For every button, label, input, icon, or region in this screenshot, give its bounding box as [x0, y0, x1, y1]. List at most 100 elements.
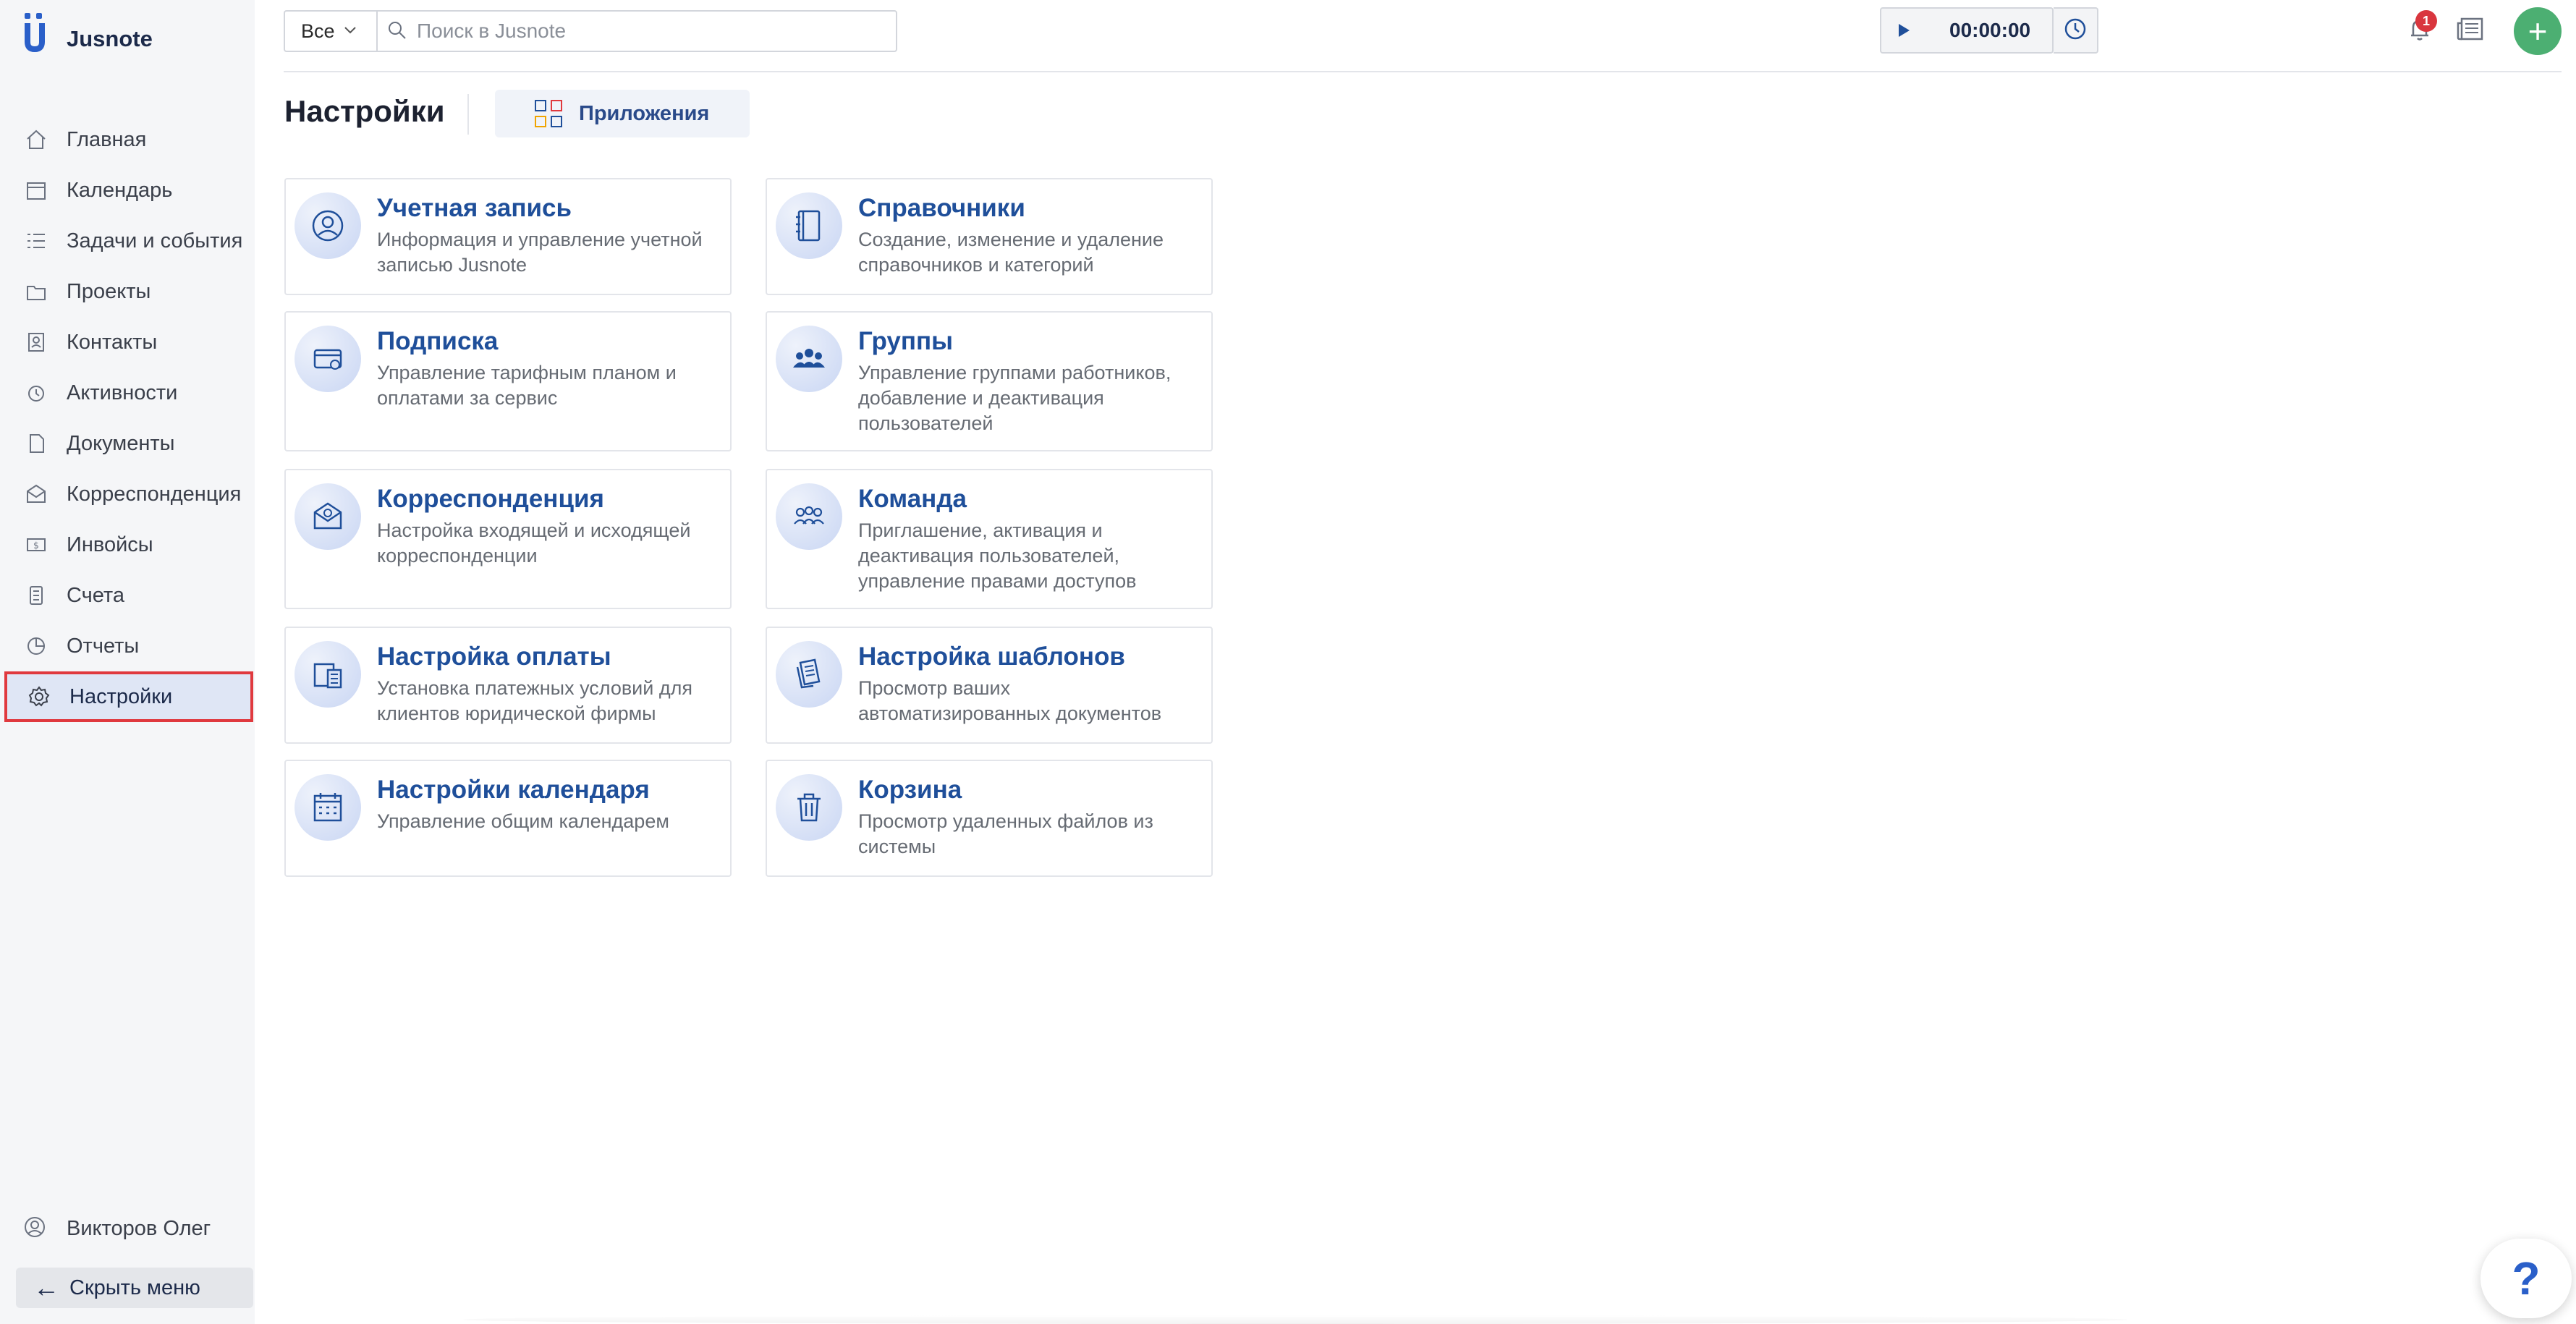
- sidebar-item-label: Отчеты: [67, 634, 140, 658]
- help-button[interactable]: ?: [2480, 1239, 2572, 1318]
- news-button[interactable]: [2452, 12, 2489, 49]
- card-payment-settings[interactable]: Настройка оплаты Установка платежных усл…: [284, 627, 732, 744]
- documents-icon: [23, 430, 49, 457]
- subscription-icon: [295, 326, 361, 392]
- play-icon[interactable]: [1881, 9, 1925, 52]
- sidebar-item-label: Главная: [67, 127, 147, 151]
- bottom-shadow: [463, 1315, 2127, 1324]
- user-icon: [23, 1215, 49, 1242]
- card-description: Установка платежных условий для клиентов…: [377, 677, 692, 724]
- plus-icon: +: [2528, 12, 2548, 50]
- timer-value: 00:00:00: [1949, 19, 2031, 41]
- card-description: Настройка входящей и исходящей корреспон…: [377, 519, 691, 566]
- timer-history-button[interactable]: [2054, 7, 2098, 54]
- chevron-down-icon: [342, 20, 358, 43]
- card-template-settings[interactable]: Настройка шаблонов Просмотр ваших автома…: [766, 627, 1213, 744]
- jusnote-logo-icon: [25, 13, 45, 53]
- apps-button-label: Приложения: [579, 101, 710, 125]
- card-title: Настройки календаря: [377, 776, 650, 804]
- directory-icon: [776, 192, 842, 259]
- trash-icon: [776, 774, 842, 841]
- card-directories[interactable]: Справочники Создание, изменение и удален…: [766, 178, 1213, 295]
- sidebar-item-label: Активности: [67, 381, 178, 404]
- card-title: Настройка оплаты: [377, 642, 611, 671]
- card-title: Корзина: [858, 776, 962, 804]
- search-scope-select[interactable]: Все: [284, 10, 376, 52]
- search-box: [376, 10, 897, 52]
- sidebar: Jusnote Главная Календарь Задачи и событ…: [0, 0, 255, 1324]
- card-title: Справочники: [858, 194, 1025, 222]
- apps-grid-icon: [534, 99, 563, 128]
- sidebar-item-calendar[interactable]: Календарь: [0, 165, 255, 216]
- sidebar-item-contacts[interactable]: Контакты: [0, 317, 255, 368]
- groups-icon: [776, 326, 842, 392]
- title-divider: [467, 94, 469, 135]
- card-description: Информация и управление учетной записью …: [377, 229, 703, 276]
- contacts-icon: [23, 329, 49, 355]
- invoices-icon: $: [23, 532, 49, 558]
- card-title: Учетная запись: [377, 194, 572, 222]
- sidebar-item-documents[interactable]: Документы: [0, 418, 255, 469]
- card-team[interactable]: Команда Приглашение, активация и деактив…: [766, 469, 1213, 609]
- account-icon: [295, 192, 361, 259]
- sidebar-item-label: Счета: [67, 583, 124, 607]
- sidebar-item-label: Календарь: [67, 178, 173, 202]
- card-description: Создание, изменение и удаление справочни…: [858, 229, 1164, 276]
- add-button[interactable]: +: [2514, 7, 2562, 55]
- question-icon: ?: [2512, 1252, 2541, 1304]
- arrow-left-icon: ←: [33, 1273, 59, 1302]
- user-profile[interactable]: Викторов Олег: [23, 1207, 211, 1250]
- sidebar-item-home[interactable]: Главная: [0, 114, 255, 165]
- notification-badge: 1: [2415, 10, 2437, 32]
- sidebar-item-label: Документы: [67, 431, 175, 455]
- sidebar-item-projects[interactable]: Проекты: [0, 266, 255, 317]
- sidebar-item-tasks[interactable]: Задачи и события: [0, 216, 255, 266]
- card-description: Просмотр удаленных файлов из системы: [858, 810, 1153, 857]
- tasks-icon: [23, 228, 49, 254]
- sidebar-item-label: Настройки: [69, 684, 173, 708]
- card-description: Просмотр ваших автоматизированных докуме…: [858, 677, 1162, 724]
- templates-icon: [776, 641, 842, 708]
- calendar-icon: [23, 177, 49, 203]
- newspaper-icon: [2456, 16, 2485, 46]
- gear-icon: [26, 684, 52, 710]
- card-title: Команда: [858, 485, 967, 513]
- card-title: Группы: [858, 327, 954, 355]
- hide-menu-button[interactable]: ← Скрыть меню: [16, 1268, 253, 1308]
- logo[interactable]: Jusnote: [22, 10, 153, 68]
- team-icon: [776, 483, 842, 550]
- sidebar-item-label: Контакты: [67, 330, 158, 354]
- card-title: Корреспонденция: [377, 485, 604, 513]
- sidebar-item-invoices[interactable]: $ Инвойсы: [0, 519, 255, 570]
- accounts-icon: [23, 582, 49, 608]
- card-trash[interactable]: Корзина Просмотр удаленных файлов из сис…: [766, 760, 1213, 877]
- sidebar-item-activities[interactable]: Активности: [0, 368, 255, 418]
- sidebar-item-accounts[interactable]: Счета: [0, 570, 255, 621]
- card-subscription[interactable]: Подписка Управление тарифным планом и оп…: [284, 311, 732, 451]
- sidebar-nav: Главная Календарь Задачи и события Проек…: [0, 114, 255, 722]
- clock-history-icon: [2062, 16, 2088, 46]
- apps-button[interactable]: Приложения: [495, 90, 750, 137]
- activities-icon: [23, 380, 49, 406]
- card-groups[interactable]: Группы Управление группами работников, д…: [766, 311, 1213, 451]
- page-title: Настройки: [284, 94, 445, 128]
- correspondence-icon: [23, 481, 49, 507]
- card-correspondence[interactable]: Корреспонденция Настройка входящей и исх…: [284, 469, 732, 609]
- hide-menu-label: Скрыть меню: [69, 1276, 200, 1299]
- card-description: Управление тарифным планом и оплатами за…: [377, 362, 677, 409]
- sidebar-item-label: Проекты: [67, 279, 151, 303]
- sidebar-item-correspondence[interactable]: Корреспонденция: [0, 469, 255, 519]
- sidebar-item-reports[interactable]: Отчеты: [0, 621, 255, 671]
- home-icon: [23, 127, 49, 153]
- card-description: Управление группами работников, добавлен…: [858, 362, 1172, 434]
- sidebar-item-label: Инвойсы: [67, 532, 153, 556]
- app-name: Jusnote: [67, 26, 153, 51]
- sidebar-item-settings[interactable]: Настройки: [4, 671, 253, 722]
- card-calendar-settings[interactable]: Настройки календаря Управление общим кал…: [284, 760, 732, 877]
- search-input[interactable]: [417, 20, 880, 43]
- card-account[interactable]: Учетная запись Информация и управление у…: [284, 178, 732, 295]
- sidebar-item-label: Задачи и события: [67, 229, 243, 253]
- card-title: Настройка шаблонов: [858, 642, 1125, 671]
- card-description: Управление общим календарем: [377, 810, 669, 832]
- projects-icon: [23, 279, 49, 305]
